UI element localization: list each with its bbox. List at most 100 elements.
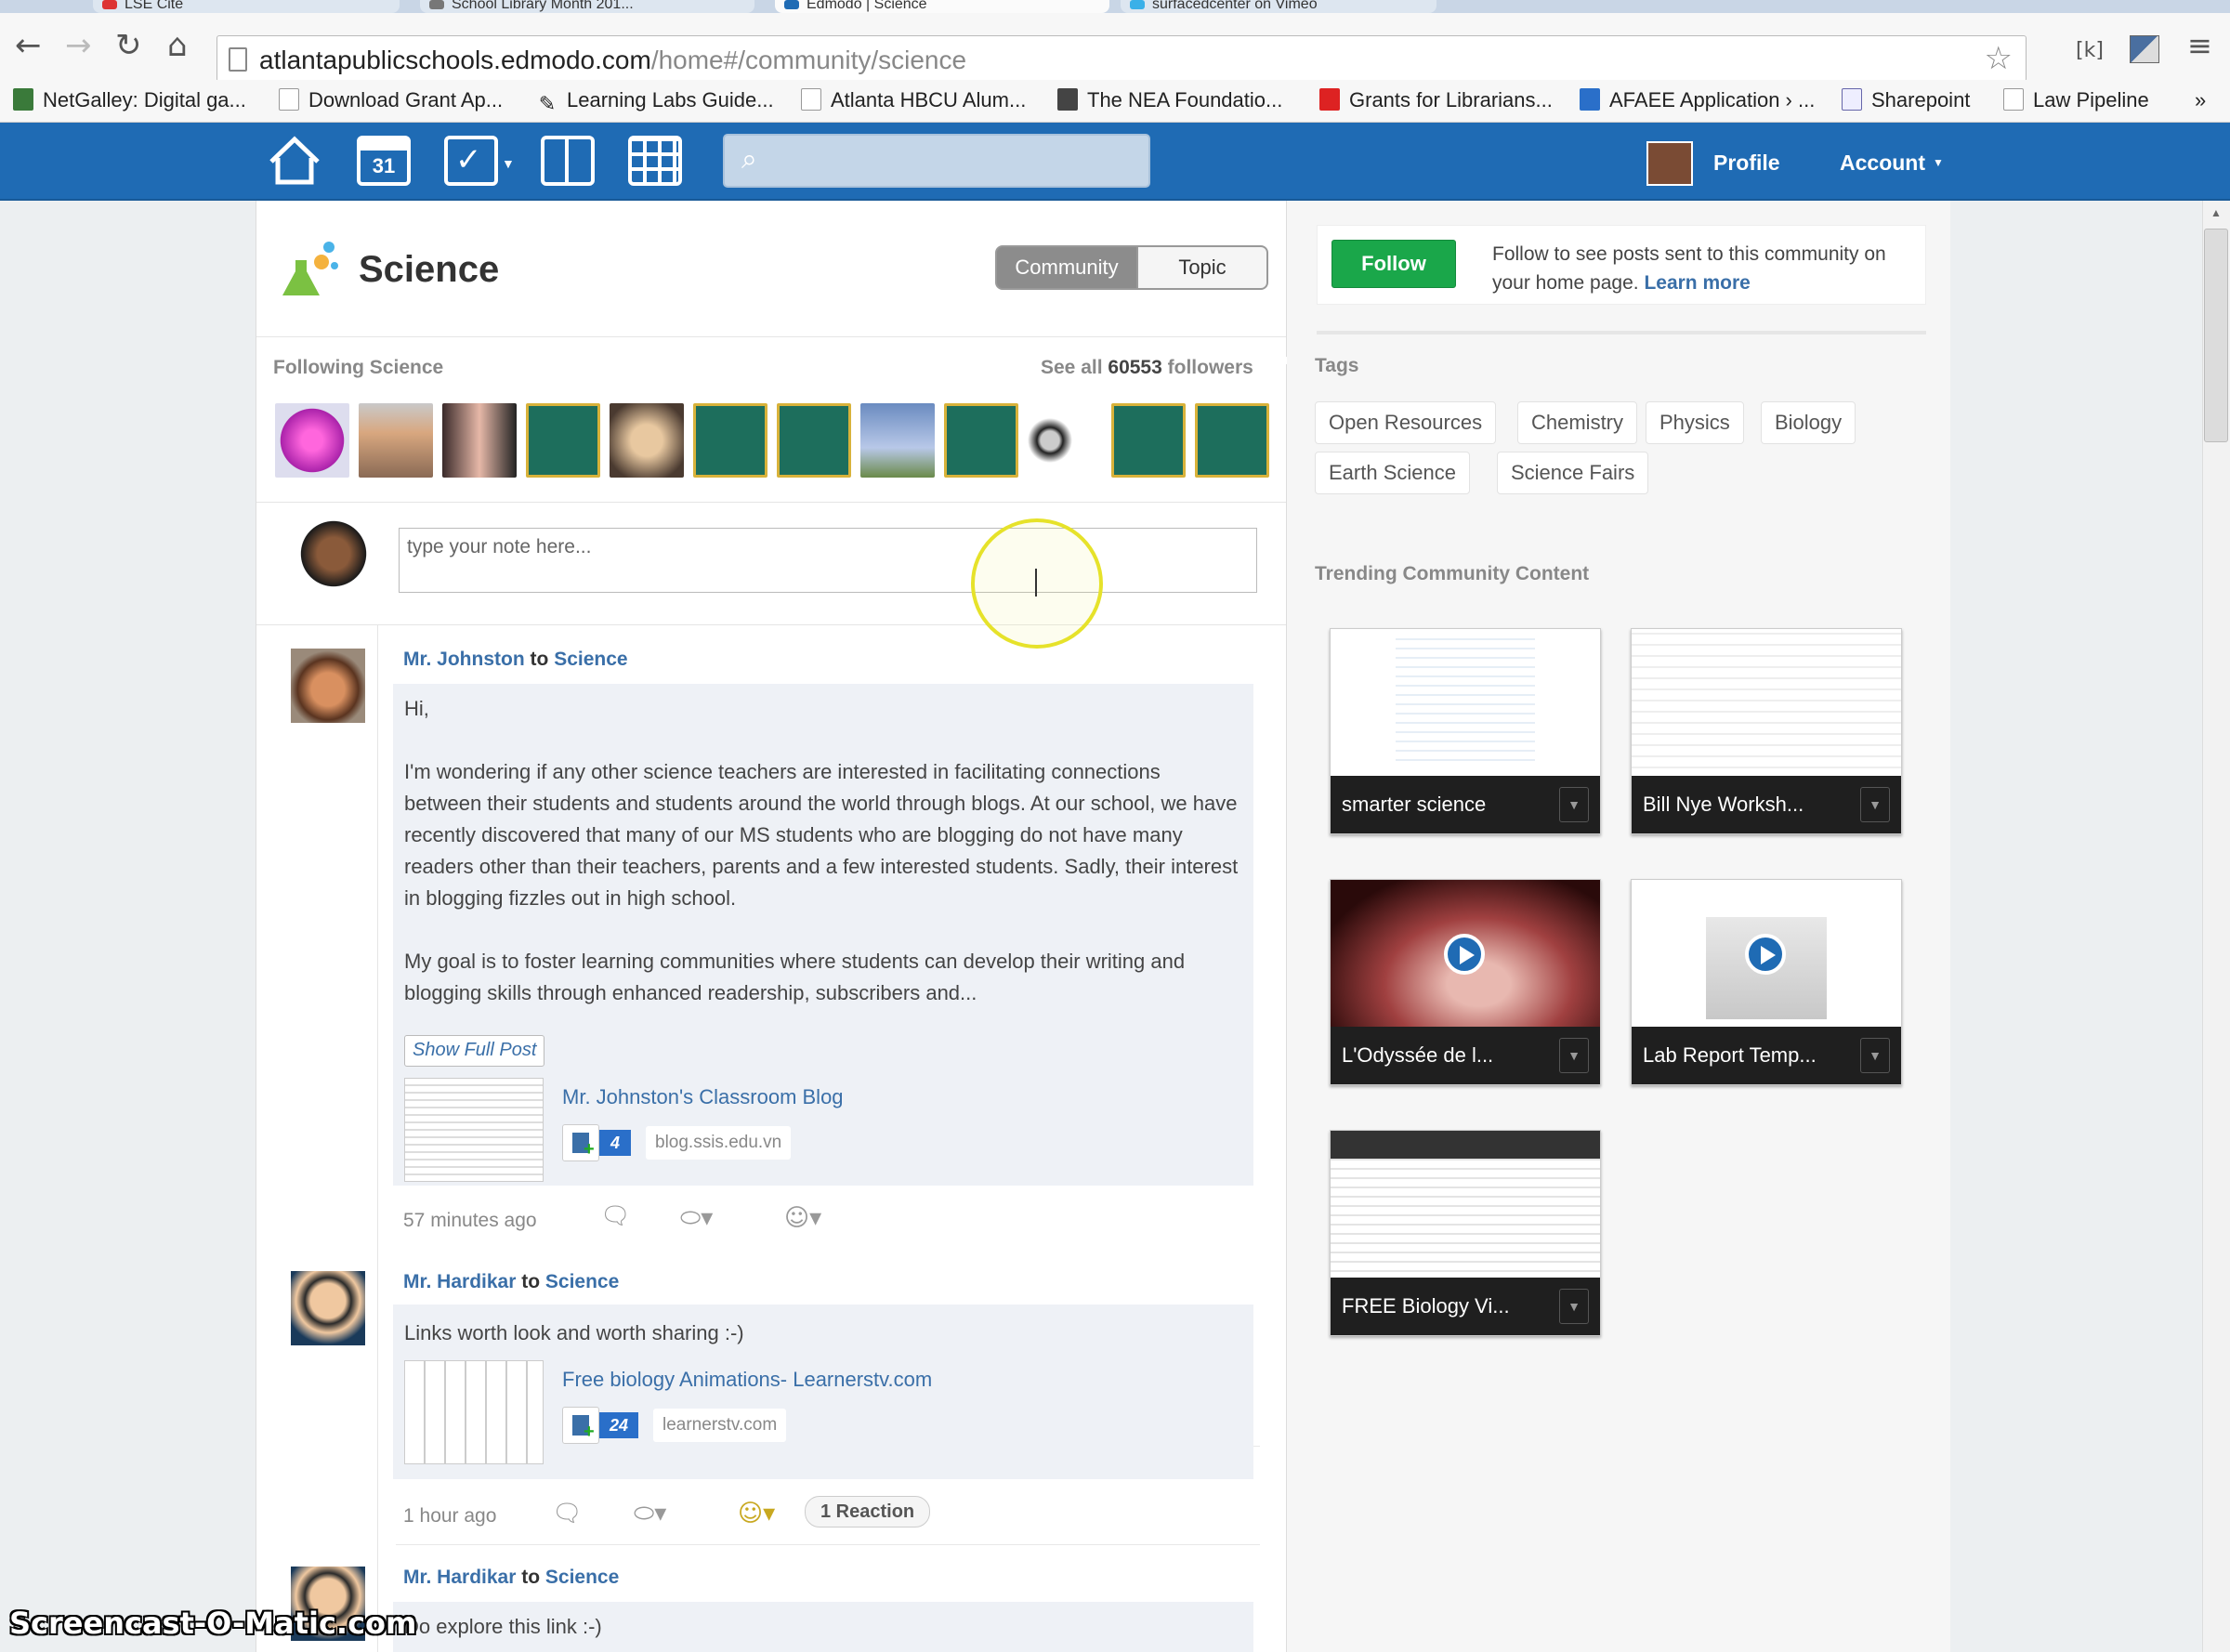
follower-avatar[interactable] xyxy=(275,403,349,478)
show-full-post-button[interactable]: Show Full Post xyxy=(404,1035,545,1067)
forward-arrow-icon[interactable]: → xyxy=(65,30,92,61)
default-avatar-icon[interactable] xyxy=(1195,403,1269,478)
card-caption: smarter science ▼ xyxy=(1331,776,1600,833)
back-arrow-icon[interactable]: ← xyxy=(15,30,42,61)
browser-tab-active[interactable]: Edmodo | Science xyxy=(775,0,1109,13)
scroll-up-icon[interactable]: ▲ xyxy=(2210,206,2222,219)
tag-biology[interactable]: Biology xyxy=(1761,401,1856,444)
add-to-library-icon[interactable]: + xyxy=(562,1407,599,1444)
reaction-count[interactable]: 1 Reaction xyxy=(805,1496,931,1527)
browser-tab[interactable]: LSE Cite xyxy=(93,0,400,13)
reaction-icon[interactable]: ☺▾ xyxy=(784,1204,821,1232)
follower-avatar[interactable] xyxy=(610,403,684,478)
bookmark-item[interactable]: Download Grant Ap... xyxy=(279,84,503,117)
bookmark-item[interactable]: AFAEE Application › ... xyxy=(1580,84,1815,117)
calendar-header xyxy=(361,139,407,151)
tab-topic[interactable]: Topic xyxy=(1138,245,1268,290)
link-title[interactable]: Mr. Johnston's Classroom Blog xyxy=(562,1082,844,1113)
address-bar[interactable]: atlantapublicschools.edmodo.com/home#/co… xyxy=(216,35,2027,82)
account-menu[interactable]: Account xyxy=(1840,151,1925,176)
post-author[interactable]: Mr. Hardikar xyxy=(403,1271,516,1292)
follower-avatar[interactable] xyxy=(1028,403,1102,478)
play-icon[interactable] xyxy=(1444,934,1485,975)
post-group[interactable]: Science xyxy=(545,1271,619,1292)
bookmark-item[interactable]: Law Pipeline xyxy=(2003,84,2149,117)
home-icon[interactable] xyxy=(268,136,321,186)
see-all-prefix: See all xyxy=(1041,357,1108,378)
trending-card[interactable]: FREE Biology Vi... ▼ xyxy=(1330,1130,1601,1336)
chevron-down-icon[interactable]: ▼ xyxy=(1860,1038,1890,1073)
add-to-library-icon[interactable]: + xyxy=(562,1124,599,1161)
post-timestamp: 1 hour ago xyxy=(403,1505,497,1527)
default-avatar-icon[interactable] xyxy=(693,403,767,478)
bookmark-item[interactable]: Atlanta HBCU Alum... xyxy=(801,84,1026,117)
divider xyxy=(256,624,1286,625)
reply-icon[interactable]: 🗨 xyxy=(600,1202,631,1230)
browser-tab[interactable]: School Library Month 201... xyxy=(420,0,754,13)
bookmark-item[interactable]: The NEA Foundatio... xyxy=(1057,84,1282,117)
menu-icon[interactable]: ≡ xyxy=(2187,31,2212,60)
chevron-down-icon[interactable]: ▼ xyxy=(1559,1289,1589,1324)
tab-community[interactable]: Community xyxy=(995,245,1138,290)
chevron-down-icon[interactable]: ▼ xyxy=(1933,156,1944,169)
extension-icon[interactable] xyxy=(2130,35,2159,63)
chevron-down-icon[interactable]: ▼ xyxy=(1559,1038,1589,1073)
link-thumbnail[interactable] xyxy=(404,1360,544,1464)
trending-card[interactable]: smarter science ▼ xyxy=(1330,628,1601,834)
default-avatar-icon[interactable] xyxy=(1111,403,1186,478)
post-group[interactable]: Science xyxy=(545,1567,619,1588)
library-icon[interactable] xyxy=(541,136,595,186)
more-bookmarks-button[interactable]: » xyxy=(2195,84,2206,117)
default-avatar-icon[interactable] xyxy=(526,403,600,478)
post-author-avatar[interactable] xyxy=(291,649,365,723)
bookmark-item[interactable]: ✎ Learning Labs Guide... xyxy=(537,84,774,117)
home-icon[interactable]: ⌂ xyxy=(167,30,188,61)
post-group[interactable]: Science xyxy=(554,649,627,670)
chevron-down-icon[interactable]: ▼ xyxy=(1860,787,1890,822)
chevron-down-icon[interactable]: ▼ xyxy=(1559,787,1589,822)
scrollbar-thumb[interactable] xyxy=(2204,229,2228,442)
search-input[interactable]: ⌕ xyxy=(723,134,1150,188)
default-avatar-icon[interactable] xyxy=(944,403,1018,478)
see-all-followers-link[interactable]: See all 60553 followers xyxy=(1041,357,1253,379)
trending-card[interactable]: L'Odyssée de l... ▼ xyxy=(1330,879,1601,1085)
chevron-down-icon[interactable]: ▼ xyxy=(502,156,515,171)
reply-icon[interactable]: 🗨 xyxy=(552,1500,583,1527)
apps-grid-icon[interactable] xyxy=(628,136,682,186)
link-thumbnail[interactable] xyxy=(404,1078,544,1182)
note-composer-input[interactable]: type your note here... xyxy=(399,528,1257,593)
extension-k-icon[interactable]: [k] xyxy=(2076,37,2104,65)
sharepoint-icon xyxy=(1842,88,1862,111)
follower-avatar[interactable] xyxy=(359,403,433,478)
post-author[interactable]: Mr. Hardikar xyxy=(403,1567,516,1588)
tag-icon[interactable]: ⬭▾ xyxy=(634,1500,666,1528)
tag-science-fairs[interactable]: Science Fairs xyxy=(1497,452,1649,494)
tag-chemistry[interactable]: Chemistry xyxy=(1517,401,1638,444)
profile-link[interactable]: Profile xyxy=(1713,151,1780,176)
avatar[interactable] xyxy=(1646,141,1693,186)
follower-avatar[interactable] xyxy=(442,403,517,478)
tag-icon[interactable]: ⬭▾ xyxy=(680,1204,713,1233)
bookmark-item[interactable]: Sharepoint xyxy=(1842,84,1970,117)
follower-avatar[interactable] xyxy=(860,403,935,478)
bookmark-item[interactable]: NetGalley: Digital ga... xyxy=(13,84,246,117)
assignments-icon[interactable]: ✓ xyxy=(444,136,498,186)
default-avatar-icon[interactable] xyxy=(777,403,851,478)
post-author[interactable]: Mr. Johnston xyxy=(403,649,525,670)
calendar-icon[interactable]: 31 xyxy=(357,136,411,186)
tag-open-resources[interactable]: Open Resources xyxy=(1315,401,1497,444)
post-author-avatar[interactable] xyxy=(291,1271,365,1345)
bookmark-star-icon[interactable]: ☆ xyxy=(1985,40,2013,77)
trending-card[interactable]: Lab Report Temp... ▼ xyxy=(1631,879,1902,1085)
learn-more-link[interactable]: Learn more xyxy=(1644,272,1750,294)
play-icon[interactable] xyxy=(1745,934,1786,975)
browser-tab[interactable]: surfacedcenter on Vimeo xyxy=(1121,0,1436,13)
follow-button[interactable]: Follow xyxy=(1331,240,1456,288)
bookmark-item[interactable]: Grants for Librarians... xyxy=(1319,84,1553,117)
trending-card[interactable]: Bill Nye Worksh... ▼ xyxy=(1631,628,1902,834)
tag-physics[interactable]: Physics xyxy=(1646,401,1744,444)
link-title[interactable]: Free biology Animations- Learnerstv.com xyxy=(562,1364,932,1396)
tag-earth-science[interactable]: Earth Science xyxy=(1315,452,1470,494)
reaction-icon[interactable]: ☺▾ xyxy=(738,1500,775,1527)
reload-icon[interactable]: ↻ xyxy=(115,30,142,61)
